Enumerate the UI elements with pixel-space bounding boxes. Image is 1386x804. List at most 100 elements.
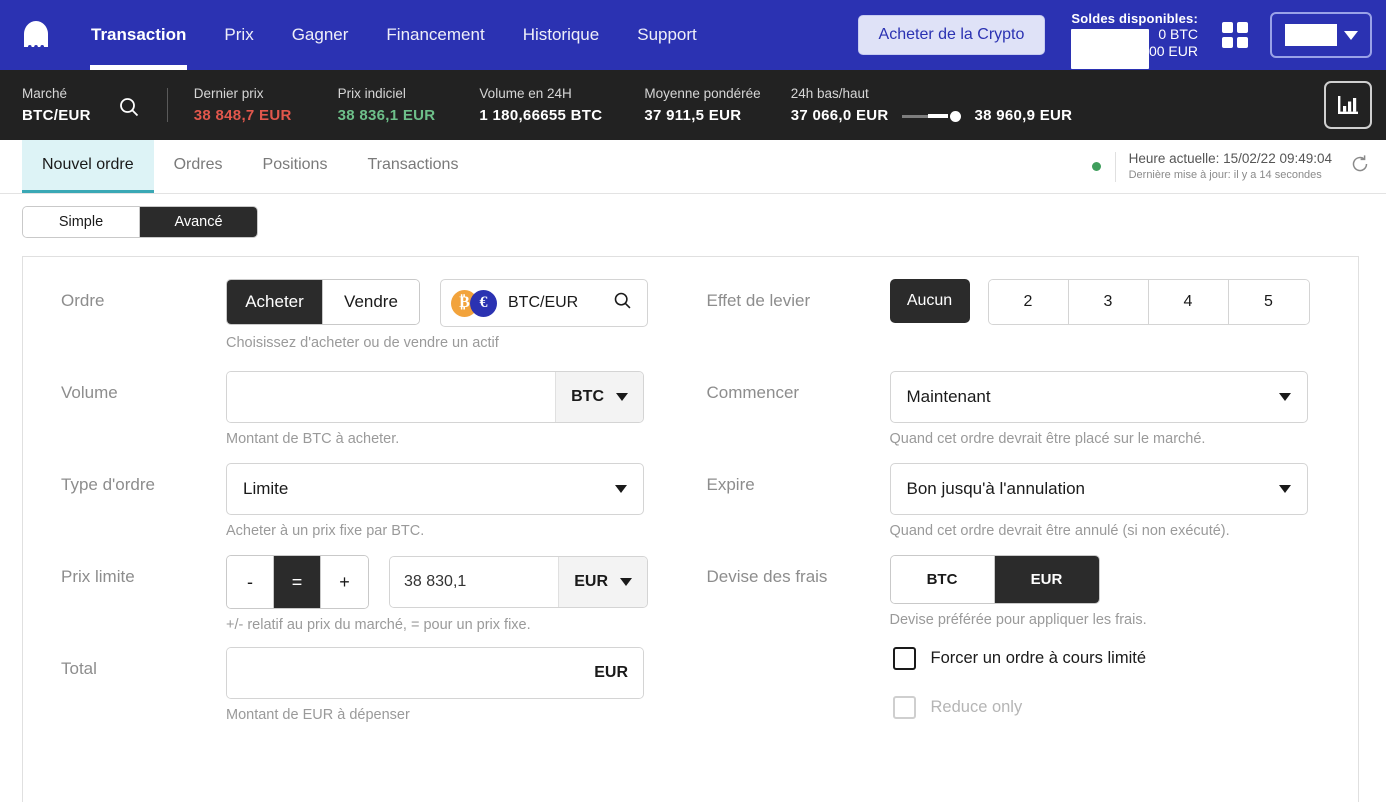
tab-ordres[interactable]: Ordres: [154, 140, 243, 193]
price-equals-button[interactable]: =: [274, 556, 321, 608]
order-options-field: Forcer un ordre à cours limité Reduce on…: [890, 647, 1359, 745]
order-type-select[interactable]: Limite: [226, 463, 644, 515]
leverage-option-4[interactable]: 4: [1148, 280, 1229, 324]
start-hint: Quand cet ordre devrait être placé sur l…: [889, 431, 1206, 447]
limit-price-input[interactable]: [390, 557, 559, 607]
volume-hint: Montant de BTC à acheter.: [226, 431, 400, 447]
price-minus-button[interactable]: -: [227, 556, 274, 608]
limit-price-row: Prix limite - = + EUR: [61, 555, 691, 633]
stat-label: 24h bas/haut: [790, 86, 869, 101]
nav-link-gagner[interactable]: Gagner: [273, 0, 368, 70]
total-field: EUR Montant de EUR à dépenser: [226, 647, 691, 723]
section-tabs-bar: Nouvel ordre Ordres Positions Transactio…: [0, 140, 1386, 194]
force-limit-order-checkbox[interactable]: Forcer un ordre à cours limité: [892, 647, 1359, 670]
order-type-hint: Acheter à un prix fixe par BTC.: [226, 523, 425, 539]
chevron-down-icon: [615, 485, 627, 493]
bar-chart-icon[interactable]: [1324, 81, 1372, 129]
mode-simple-button[interactable]: Simple: [23, 207, 140, 237]
order-type-field: Limite Acheter à un prix fixe par BTC.: [226, 463, 691, 539]
pair-label: BTC/EUR: [508, 294, 579, 311]
price-range-indicator: [901, 110, 961, 122]
order-type-label: Type d'ordre: [61, 475, 155, 494]
checkbox-box: [892, 647, 916, 670]
range-fill: [927, 114, 948, 119]
order-type-value: Limite: [243, 479, 289, 498]
order-options-row: Forcer un ordre à cours limité Reduce on…: [707, 647, 1359, 745]
volume-label: Volume: [61, 383, 118, 402]
fee-currency-label: Devise des frais: [706, 567, 828, 586]
price-plus-button[interactable]: +: [321, 556, 368, 608]
grid-apps-icon[interactable]: [1222, 22, 1248, 48]
mode-switch-row: Simple Avancé: [0, 194, 1386, 238]
expire-select[interactable]: Bon jusqu'à l'annulation: [889, 463, 1308, 515]
checkbox-box: [892, 696, 916, 719]
status-online-dot: [1091, 162, 1101, 171]
buy-sell-toggle: Acheter Vendre: [226, 279, 420, 325]
start-label: Commencer: [706, 383, 800, 402]
fee-currency-field: BTC EUR Devise préférée pour appliquer l…: [889, 555, 1359, 628]
buy-button[interactable]: Acheter: [227, 280, 323, 324]
volume-field: BTC Montant de BTC à acheter.: [226, 371, 691, 447]
sell-button[interactable]: Vendre: [323, 280, 419, 324]
leverage-row: Effet de levier Aucun 2 3 4 5: [707, 279, 1359, 357]
stat-value: 38 848,7 EUR: [193, 107, 292, 124]
search-icon[interactable]: [612, 290, 633, 316]
leverage-option-2[interactable]: 2: [988, 280, 1069, 324]
reduce-only-checkbox[interactable]: Reduce only: [892, 696, 1359, 719]
refresh-icon[interactable]: [1350, 154, 1370, 179]
stat-value: 37 911,5 EUR: [644, 107, 742, 124]
expire-row: Expire Bon jusqu'à l'annulation Quand ce…: [707, 463, 1359, 541]
account-dropdown[interactable]: [1270, 12, 1372, 58]
market-label: Marché: [22, 86, 68, 101]
volume-input[interactable]: [227, 372, 556, 422]
grid-cell: [1237, 22, 1248, 33]
fee-currency-btc-button[interactable]: BTC: [890, 556, 995, 603]
tab-positions[interactable]: Positions: [243, 140, 348, 193]
total-hint: Montant de EUR à dépenser: [226, 707, 410, 723]
leverage-option-3[interactable]: 3: [1068, 280, 1149, 324]
stat-label: Moyenne pondérée: [644, 86, 761, 101]
chevron-down-icon: [1278, 485, 1291, 493]
start-select[interactable]: Maintenant: [889, 371, 1308, 423]
stat-label: Prix indiciel: [337, 86, 406, 101]
search-icon[interactable]: [117, 95, 141, 124]
chevron-down-icon: [1343, 30, 1358, 40]
volume-unit-label: BTC: [571, 388, 604, 405]
order-side-field: Acheter Vendre ₿ € BTC/EUR Choisissez d'…: [226, 279, 691, 351]
nav-link-historique[interactable]: Historique: [504, 0, 619, 70]
volume-row: Volume BTC Montant de BTC à acheter.: [61, 371, 691, 449]
order-side-row: Ordre Acheter Vendre ₿ € BTC/EUR Choisis…: [61, 279, 691, 357]
nav-link-support[interactable]: Support: [618, 0, 716, 70]
order-side-label: Ordre: [61, 291, 105, 310]
leverage-none-button[interactable]: Aucun: [889, 279, 970, 323]
nav-link-prix[interactable]: Prix: [205, 0, 272, 70]
main-nav-links: Transaction Prix Gagner Financement Hist…: [72, 0, 716, 70]
tab-nouvel-ordre[interactable]: Nouvel ordre: [22, 140, 154, 193]
mode-advanced-button[interactable]: Avancé: [140, 207, 257, 237]
limit-price-unit-label: EUR: [574, 573, 608, 590]
kraken-logo-icon[interactable]: [14, 13, 58, 57]
fee-currency-eur-button[interactable]: EUR: [994, 556, 1099, 603]
limit-price-input-group: EUR: [389, 556, 648, 608]
checkbox-label: Forcer un ordre à cours limité: [930, 649, 1147, 667]
volume-unit-select[interactable]: BTC: [555, 372, 643, 422]
stat-label: Dernier prix: [193, 86, 264, 101]
status-divider: [1114, 151, 1116, 182]
start-field: Maintenant Quand cet ordre devrait être …: [889, 371, 1359, 447]
limit-price-unit-select[interactable]: EUR: [558, 557, 647, 607]
market-selector[interactable]: Marché BTC/EUR: [22, 86, 91, 124]
nav-link-transaction[interactable]: Transaction: [72, 0, 205, 70]
buy-crypto-button[interactable]: Acheter de la Crypto: [857, 15, 1046, 55]
expire-field: Bon jusqu'à l'annulation Quand cet ordre…: [889, 463, 1359, 539]
pair-selector[interactable]: ₿ € BTC/EUR: [440, 279, 648, 327]
nav-link-financement[interactable]: Financement: [367, 0, 503, 70]
stat-value: 1 180,66655 BTC: [479, 107, 603, 124]
tab-transactions[interactable]: Transactions: [347, 140, 478, 193]
total-input[interactable]: [227, 648, 580, 698]
limit-price-label: Prix limite: [61, 567, 135, 586]
leverage-option-5[interactable]: 5: [1228, 280, 1309, 324]
fee-currency-toggle: BTC EUR: [889, 555, 1100, 604]
range-track: [901, 114, 928, 118]
last-update-label: Dernière mise à jour: il y a 14 secondes: [1128, 169, 1322, 182]
grid-cell: [1237, 37, 1248, 48]
